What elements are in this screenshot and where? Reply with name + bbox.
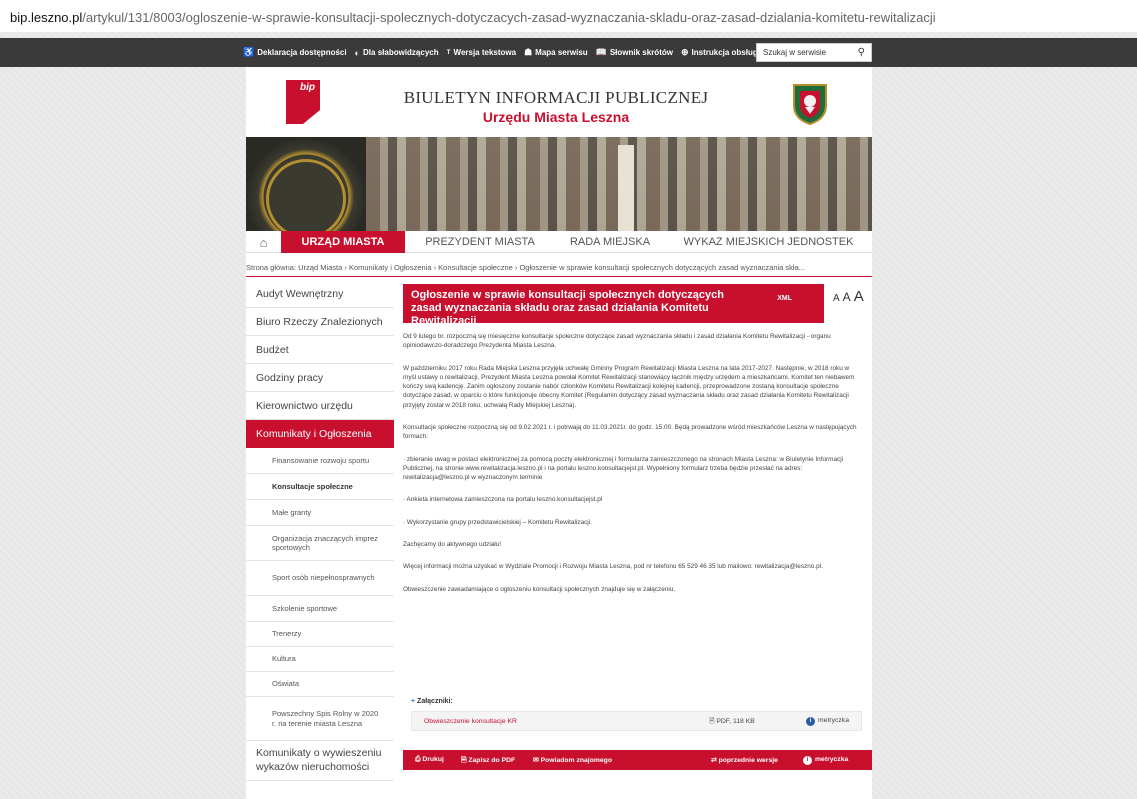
- printer-icon: ⎙: [415, 756, 421, 763]
- font-size-controls: AAA: [833, 288, 867, 306]
- attachment-link[interactable]: Obwieszczenie konsultacje KR: [424, 718, 517, 725]
- attachments-heading: + Załączniki:: [411, 698, 453, 705]
- accessibility-icon: ♿: [243, 47, 255, 57]
- attachment-meta: 🗎 PDF, 118 KB: [709, 718, 755, 725]
- previous-versions-button[interactable]: ⇄ poprzednie wersje: [711, 756, 778, 764]
- glossary-icon: 📖: [595, 47, 607, 57]
- site-header: bip BIULETYN INFORMACJI PUBLICZNEJ Urzęd…: [246, 67, 872, 137]
- sidebar-item-biuro[interactable]: Biuro Rzeczy Znalezionych: [246, 308, 394, 336]
- nav-rada-miejska[interactable]: RADA MIEJSKA: [555, 231, 665, 253]
- address-bar[interactable]: bip.leszno.pl/artykul/131/8003/ogloszeni…: [0, 0, 1137, 32]
- search-placeholder: Szukaj w serwisie: [763, 48, 827, 57]
- font-size-small[interactable]: A: [833, 293, 840, 304]
- main-navigation: ⌂ URZĄD MIASTA PREZYDENT MIASTA RADA MIE…: [246, 231, 872, 253]
- shuffle-icon: ⇄: [711, 757, 717, 764]
- sidebar-subitem-male-granty[interactable]: Małe granty: [246, 500, 394, 526]
- metryczka-button[interactable]: i metryczka: [803, 756, 848, 765]
- link-help[interactable]: ⊕ Instrukcja obsługi: [681, 47, 760, 58]
- sidebar-subitem-kultura[interactable]: Kultura: [246, 647, 394, 672]
- header-banner-image: [246, 137, 872, 231]
- search-input[interactable]: Szukaj w serwisie ⚲: [756, 43, 872, 62]
- sidebar-item-wykazy[interactable]: Komunikaty o wywieszeniu wykazów nieruch…: [246, 741, 394, 781]
- link-low-vision[interactable]: ◐ Dla słabowidzących: [355, 48, 439, 58]
- sidebar-subitem-oswiata[interactable]: Oświata: [246, 672, 394, 697]
- sidebar-subitem-trenerzy[interactable]: Trenerzy: [246, 622, 394, 647]
- article-paragraph: Zachęcamy do aktywnego udziału!: [403, 540, 502, 548]
- info-icon: i: [803, 756, 812, 765]
- article-list-item: · zbieranie uwag w postaci elektroniczne…: [403, 455, 844, 482]
- attachment-metryczka[interactable]: i metryczka: [806, 717, 849, 726]
- article-list-item: · Ankieta internetowa zamieszczona na po…: [403, 496, 603, 504]
- link-sitemap[interactable]: ☗ Mapa serwisu: [524, 47, 588, 58]
- site-title-line2: Urzędu Miasta Leszna: [482, 109, 630, 125]
- sidebar-subitem-szkolenie[interactable]: Szkolenie sportowe: [246, 596, 394, 622]
- article-body: Od 9 lutego br. rozpoczną się miesięczne…: [403, 332, 862, 607]
- notify-friend-button[interactable]: ✉ Powiadom znajomego: [533, 756, 612, 764]
- contrast-icon: ◐: [354, 47, 361, 58]
- article-title-box: Ogłoszenie w sprawie konsultacji społecz…: [403, 284, 824, 327]
- city-crest-icon: [793, 84, 827, 125]
- site-title-line1: BIULETYN INFORMACJI PUBLICZNEJ: [403, 88, 709, 107]
- sidebar-item-godziny[interactable]: Godziny pracy: [246, 364, 394, 392]
- nav-wykaz-jednostek[interactable]: WYKAZ MIEJSKICH JEDNOSTEK: [665, 231, 872, 253]
- article-title: Ogłoszenie w sprawie konsultacji społecz…: [411, 289, 724, 328]
- sidebar-item-audyt[interactable]: Audyt Wewnętrzny: [246, 280, 394, 308]
- sidebar-item-budzet[interactable]: Budżet: [246, 336, 394, 364]
- pdf-icon: 🗎: [461, 757, 467, 764]
- sidebar-subitem-konsultacje[interactable]: Konsultacje społeczne: [246, 474, 394, 500]
- article-content: Ogłoszenie w sprawie konsultacji społecz…: [403, 280, 872, 799]
- text-version-icon: ᵀ: [446, 47, 451, 58]
- font-size-large[interactable]: A: [854, 288, 864, 305]
- save-pdf-button[interactable]: 🗎 Zapisz do PDF: [461, 756, 515, 767]
- site-title[interactable]: BIULETYN INFORMACJI PUBLICZNEJ Urzędu Mi…: [396, 88, 716, 125]
- article-paragraph: W październiku 2017 roku Rada Miejska Le…: [403, 364, 855, 409]
- help-icon: ⊕: [680, 47, 689, 57]
- breadcrumb[interactable]: Strona główna: Urząd Miasta › Komunikaty…: [246, 263, 872, 275]
- sidebar-menu: Audyt Wewnętrzny Biuro Rzeczy Znaleziony…: [246, 280, 394, 799]
- bip-logo[interactable]: bip: [286, 80, 320, 124]
- article-paragraph: Od 9 lutego br. rozpoczną się miesięczne…: [403, 333, 831, 350]
- plus-icon: +: [411, 698, 416, 705]
- link-accessibility-declaration[interactable]: ♿ Deklaracja dostępności: [243, 47, 347, 58]
- print-button[interactable]: ⎙ Drukuj: [415, 756, 444, 764]
- toolbar-links: ♿ Deklaracja dostępności ◐ Dla słabowidząc…: [243, 38, 760, 67]
- pdf-icon: 🗎: [709, 718, 715, 725]
- article-paragraph: Więcej informacji można uzyskać w Wydzia…: [403, 563, 823, 571]
- sidebar-subitem-sport-osob[interactable]: Sport osób niepełnosprawnych: [246, 561, 394, 596]
- clock-image: [246, 137, 366, 231]
- search-icon[interactable]: ⚲: [858, 47, 865, 58]
- sidebar-subitem-finansowanie[interactable]: Finansowanie rozwoju sportu: [246, 448, 394, 474]
- nav-urzad-miasta[interactable]: URZĄD MIASTA: [281, 231, 405, 253]
- breadcrumb-divider: [246, 276, 872, 277]
- url-path: /artykul/131/8003/ogloszenie-w-sprawie-k…: [82, 10, 936, 25]
- sidebar-subitem-spis-rolny[interactable]: Powszechny Spis Rolny w 2020 r. na teren…: [246, 697, 394, 741]
- info-icon: i: [806, 717, 815, 726]
- main-container: bip BIULETYN INFORMACJI PUBLICZNEJ Urzęd…: [246, 67, 872, 799]
- town-hall-tower: [618, 145, 634, 231]
- link-glossary[interactable]: 📖 Słownik skrótów: [596, 47, 673, 58]
- article-list-item: · Wykorzystanie grupy przedstawicielskie…: [403, 518, 592, 526]
- link-text-version[interactable]: ᵀ Wersja tekstowa: [447, 48, 516, 58]
- sitemap-icon: ☗: [524, 47, 533, 57]
- accessibility-toolbar: ♿ Deklaracja dostępności ◐ Dla słabowidząc…: [0, 38, 1137, 67]
- sidebar-item-komunikaty[interactable]: Komunikaty i Ogłoszenia: [246, 420, 394, 448]
- article-paragraph: Obwieszczenie zawiadamiające o ogłoszeni…: [403, 585, 676, 593]
- xml-link[interactable]: XML: [777, 295, 792, 303]
- sidebar-item-kierownictwo[interactable]: Kierownictwo urzędu: [246, 392, 394, 420]
- attachment-row: Obwieszczenie konsultacje KR 🗎 PDF, 118 …: [411, 711, 862, 731]
- article-action-bar: ⎙ Drukuj 🗎 Zapisz do PDF ✉ Powiadom znaj…: [403, 750, 872, 770]
- article-paragraph: Konsultacje społeczne rozpoczną się od 9…: [403, 423, 857, 441]
- envelope-icon: ✉: [533, 757, 539, 764]
- home-icon[interactable]: ⌂: [246, 231, 281, 253]
- font-size-medium[interactable]: A: [843, 290, 851, 304]
- sidebar-subitem-organizacja[interactable]: Organizacja znaczących imprez sportowych: [246, 526, 394, 561]
- nav-prezydent-miasta[interactable]: PREZYDENT MIASTA: [405, 231, 555, 253]
- url-host: bip.leszno.pl: [10, 10, 83, 25]
